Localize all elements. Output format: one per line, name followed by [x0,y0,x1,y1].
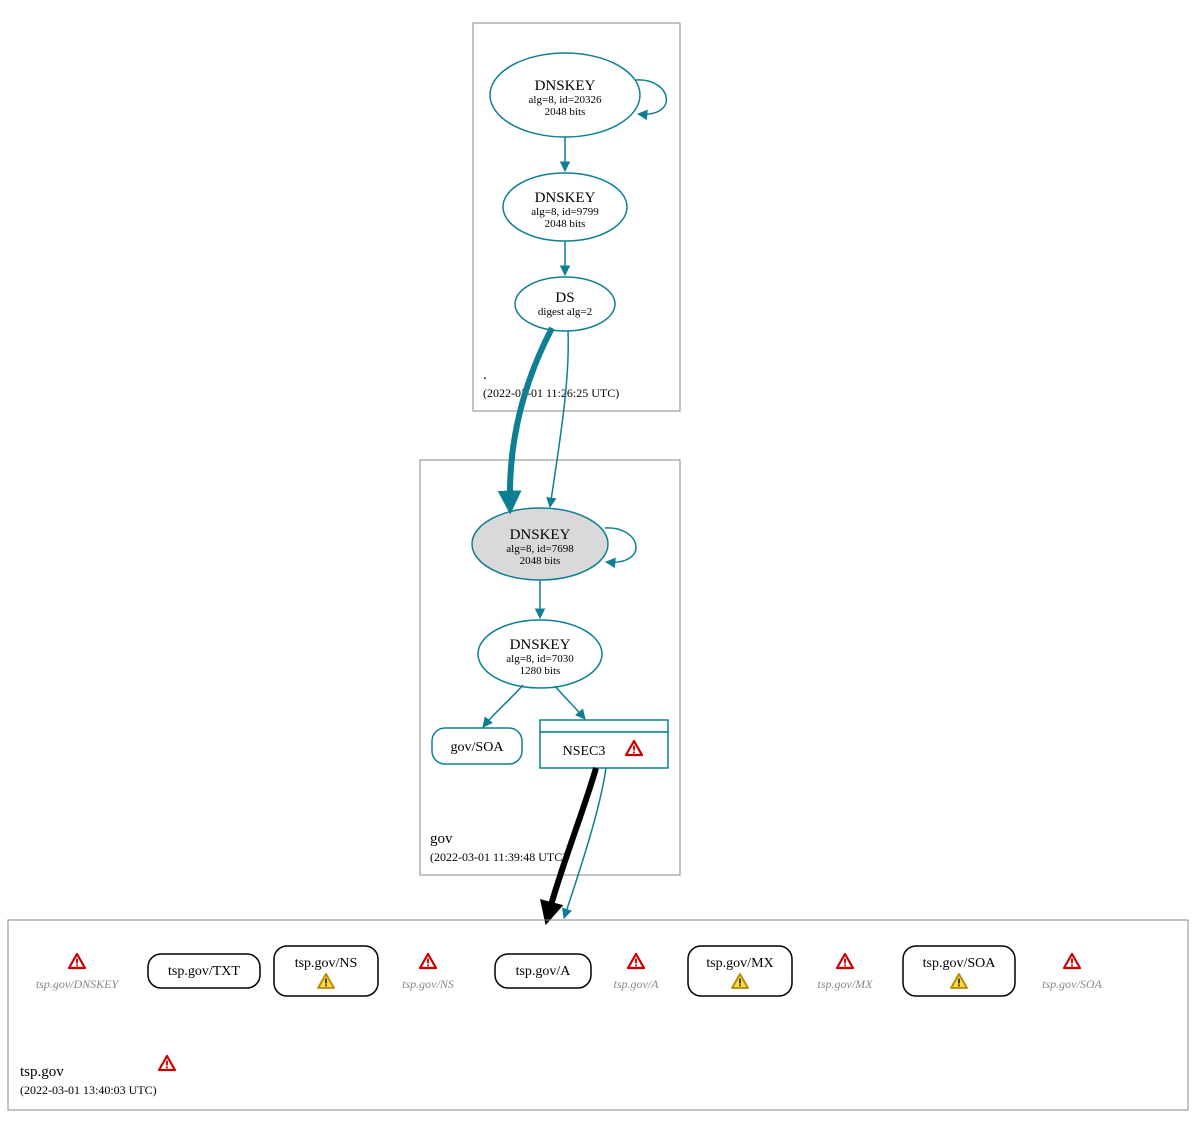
edge-gov-ksk-self [605,528,636,562]
gov-zone-ts: (2022-03-01 11:39:48 UTC) [430,850,566,864]
rr-label: tsp.gov/MX [706,956,773,971]
zone-gov: DNSKEY alg=8, id=7698 2048 bits DNSKEY a… [420,328,680,875]
error-icon [69,954,85,968]
root-zone-ts: (2022-03-01 11:26:25 UTC) [483,386,619,400]
edge-root-to-gov-thick [510,328,552,505]
node-root-ds: DS digest alg=2 [515,277,615,331]
zone-root: DNSKEY alg=8, id=20326 2048 bits DNSKEY … [473,23,680,411]
error-icon [1064,954,1080,968]
gov-zone-name: gov [430,831,453,847]
error-icon [420,954,436,968]
ghost-rr-label: tsp.gov/NS [402,977,454,991]
root-zone-name: . [483,367,487,383]
root-zsk-alg: alg=8, id=9799 [531,206,599,218]
ghost-rr-label: tsp.gov/DNSKEY [36,977,120,991]
node-gov-nsec3: NSEC3 [540,720,668,768]
gov-zsk-title: DNSKEY [510,637,571,653]
gov-ksk-alg: alg=8, id=7698 [506,543,574,555]
root-zsk-title: DNSKEY [535,190,596,206]
node-root-ksk: DNSKEY alg=8, id=20326 2048 bits [490,53,640,137]
ghost-rr-label: tsp.gov/A [614,977,660,991]
gov-zsk-bits: 1280 bits [520,665,561,677]
root-ksk-title: DNSKEY [535,78,596,94]
edge-gov-zsk-nsec3 [555,686,585,719]
gov-nsec3-label: NSEC3 [563,744,606,759]
node-root-zsk: DNSKEY alg=8, id=9799 2048 bits [503,173,627,241]
gov-zsk-alg: alg=8, id=7030 [506,653,574,665]
rr-label: tsp.gov/SOA [923,956,997,971]
gov-soa-label: gov/SOA [451,740,505,755]
node-gov-ksk: DNSKEY alg=8, id=7698 2048 bits [472,508,608,580]
edge-gov-zsk-soa [483,685,523,727]
root-zsk-bits: 2048 bits [545,218,586,230]
tsp-zone-name: tsp.gov [20,1064,64,1080]
root-ksk-alg: alg=8, id=20326 [529,94,602,106]
ghost-rr-label: tsp.gov/MX [818,977,874,991]
error-icon [159,1056,175,1070]
rr-label: tsp.gov/TXT [168,964,240,979]
root-ds-title: DS [555,290,574,306]
zone-tsp: tsp.gov/DNSKEY tsp.gov/TXT tsp.gov/NS tsp.g… [8,920,1188,1110]
rr-label: tsp.gov/NS [295,956,358,971]
root-ds-alg: digest alg=2 [538,306,592,318]
ghost-rr-label: tsp.gov/SOA [1042,977,1102,991]
gov-ksk-title: DNSKEY [510,527,571,543]
tsp-zone-ts: (2022-03-01 13:40:03 UTC) [20,1083,157,1097]
node-gov-soa: gov/SOA [432,728,522,764]
node-gov-zsk: DNSKEY alg=8, id=7030 1280 bits [478,620,602,688]
root-ksk-bits: 2048 bits [545,106,586,118]
error-icon [628,954,644,968]
gov-ksk-bits: 2048 bits [520,555,561,567]
error-icon [837,954,853,968]
rr-label: tsp.gov/A [516,964,572,979]
edge-root-ds-to-gov-ksk [550,331,568,507]
